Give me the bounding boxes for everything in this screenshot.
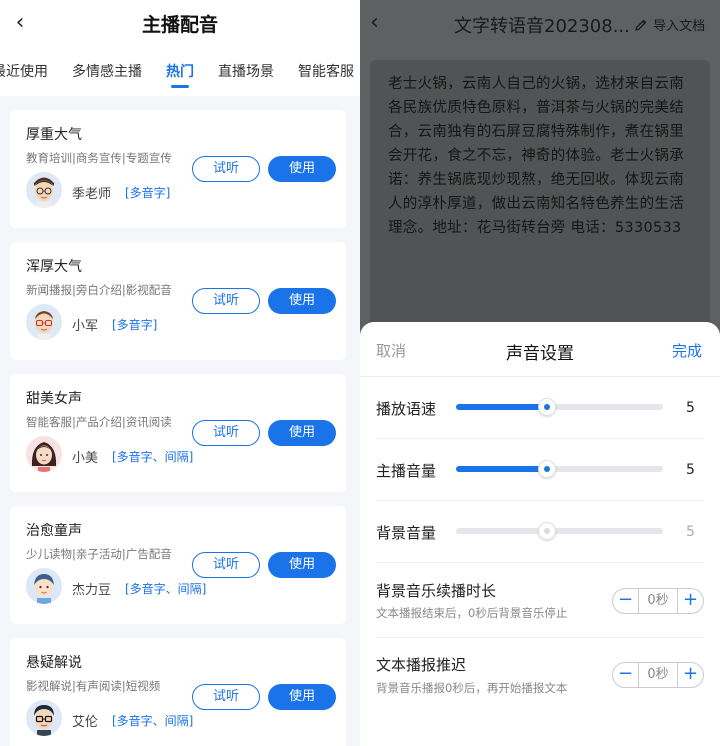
divider	[376, 438, 704, 439]
category-tabs: 最近使用 多情感主播 热门 直播场景 智能客服	[0, 48, 360, 96]
divider	[376, 562, 704, 563]
text-editor[interactable]: 老士火锅，云南人自己的火锅，选材来自云南各民族优质特色原料，普洱茶与火锅的完美结…	[370, 60, 710, 360]
tab-live-scenes[interactable]: 直播场景	[218, 61, 274, 81]
sheet-title: 声音设置	[506, 344, 574, 364]
bgm-continue-stepper: − 0秒 +	[612, 588, 704, 614]
anchor-volume-slider[interactable]	[456, 460, 663, 478]
increase-button[interactable]: +	[677, 589, 703, 613]
bgm-continue-label: 背景音乐续播时长	[376, 582, 497, 600]
sound-settings-sheet: 取消 声音设置 完成 播放语速 5 主播音量 5 背景音量 5 背景音乐续播时长…	[360, 322, 720, 746]
voice-style-name: 厚重大气	[26, 127, 82, 143]
bgm-continue-hint: 文本播报结束后，0秒后背景音乐停止	[376, 606, 568, 620]
slider-thumb[interactable]	[538, 522, 557, 540]
voice-style-name: 浑厚大气	[26, 259, 82, 275]
voice-feature-tag: [多音字]	[125, 186, 171, 200]
listen-button[interactable]: 试听	[192, 156, 260, 182]
avatar-man-glasses-icon	[26, 304, 62, 340]
voice-person-name: 小军	[72, 319, 99, 334]
use-button[interactable]: 使用	[268, 156, 336, 182]
import-document-button[interactable]: 导入文档	[634, 15, 705, 34]
voice-usage-desc: 影视解说|有声阅读|短视频	[26, 679, 161, 693]
stepper-value: 0秒	[647, 593, 669, 608]
background-volume-label: 背景音量	[376, 524, 437, 542]
voice-card: 厚重大气 教育培训|商务宣传|专题宣传 试听 使用 季老师 [多音字]	[10, 110, 346, 228]
voice-feature-tag: [多音字、间隔]	[112, 714, 194, 728]
use-button[interactable]: 使用	[268, 552, 336, 578]
speed-value: 5	[686, 400, 695, 416]
back-icon[interactable]: ‹	[370, 8, 390, 38]
voice-style-name: 悬疑解说	[26, 655, 82, 671]
avatar-man-dark-glasses-icon	[26, 700, 62, 736]
listen-button[interactable]: 试听	[192, 684, 260, 710]
listen-button[interactable]: 试听	[192, 552, 260, 578]
voice-feature-tag: [多音字、间隔]	[125, 582, 207, 596]
divider	[376, 637, 704, 638]
anchor-volume-label: 主播音量	[376, 462, 437, 480]
slider-fill	[456, 528, 548, 534]
voice-feature-tag: [多音字]	[112, 318, 158, 332]
use-button[interactable]: 使用	[268, 684, 336, 710]
divider	[376, 500, 704, 501]
document-title: 文字转语音202308...	[454, 16, 630, 37]
voice-style-name: 治愈童声	[26, 523, 82, 539]
voice-card: 甜美女声 智能客服|产品介绍|资讯阅读 试听 使用 小美 [多音字、间隔]	[10, 374, 346, 492]
voice-style-name: 甜美女声	[26, 391, 82, 407]
voice-person-name: 艾伦	[72, 715, 99, 730]
top-bar: ‹ 主播配音	[0, 0, 360, 48]
pen-icon	[634, 19, 652, 34]
slider-thumb-dot	[544, 466, 551, 472]
editor-content: 老士火锅，云南人自己的火锅，选材来自云南各民族优质特色原料，普洱茶与火锅的完美结…	[388, 76, 684, 236]
active-tab-indicator	[171, 85, 189, 88]
slider-thumb-dot	[544, 404, 551, 410]
text-delay-label: 文本播报推迟	[376, 656, 467, 674]
listen-button[interactable]: 试听	[192, 288, 260, 314]
tab-smart-service[interactable]: 智能客服	[298, 61, 354, 81]
slider-fill	[456, 404, 548, 410]
slider-thumb[interactable]	[538, 398, 557, 416]
voice-usage-desc: 新闻播报|旁白介绍|影视配音	[26, 283, 172, 297]
slider-thumb-dot	[544, 528, 551, 534]
divider	[360, 376, 720, 377]
voice-person-name: 季老师	[72, 187, 112, 202]
page-title: 主播配音	[141, 14, 218, 36]
text-to-speech-editor: ‹ 文字转语音202308... 导入文档 老士火锅，云南人自己的火锅，选材来自…	[360, 0, 720, 746]
anchor-volume-value: 5	[686, 462, 695, 478]
avatar-man-glasses-icon	[26, 172, 62, 208]
decrease-button[interactable]: −	[613, 663, 639, 687]
voice-selection-screen: ‹ 主播配音 最近使用 多情感主播 热门 直播场景 智能客服 厚重大气 教育培训…	[0, 0, 360, 746]
avatar-boy-icon	[26, 568, 62, 604]
voice-usage-desc: 智能客服|产品介绍|资讯阅读	[26, 415, 172, 429]
slider-fill	[456, 466, 548, 472]
listen-button[interactable]: 试听	[192, 420, 260, 446]
decrease-button[interactable]: −	[613, 589, 639, 613]
tab-recent[interactable]: 最近使用	[0, 61, 48, 81]
text-delay-stepper: − 0秒 +	[612, 662, 704, 688]
avatar-woman-icon	[26, 436, 62, 472]
voice-card: 悬疑解说 影视解说|有声阅读|短视频 试听 使用 艾伦 [多音字、间隔]	[10, 638, 346, 746]
stepper-value: 0秒	[647, 667, 669, 682]
voice-person-name: 杰力豆	[72, 583, 112, 598]
voice-feature-tag: [多音字、间隔]	[112, 450, 194, 464]
use-button[interactable]: 使用	[268, 420, 336, 446]
use-button[interactable]: 使用	[268, 288, 336, 314]
background-volume-value: 5	[686, 524, 695, 540]
increase-button[interactable]: +	[677, 663, 703, 687]
voice-card: 治愈童声 少儿读物|亲子活动|广告配音 试听 使用 杰力豆 [多音字、间隔]	[10, 506, 346, 624]
voice-usage-desc: 教育培训|商务宣传|专题宣传	[26, 151, 172, 165]
text-delay-hint: 背景音乐播报0秒后，再开始播报文本	[376, 681, 568, 695]
tab-emotional-anchors[interactable]: 多情感主播	[72, 61, 142, 81]
voice-person-name: 小美	[72, 451, 99, 466]
background-volume-slider[interactable]	[456, 522, 663, 540]
tab-popular[interactable]: 热门	[166, 61, 194, 81]
import-document-label: 导入文档	[653, 19, 706, 34]
voice-card: 浑厚大气 新闻播报|旁白介绍|影视配音 试听 使用 小军 [多音字]	[10, 242, 346, 360]
done-button[interactable]: 完成	[672, 340, 702, 361]
speed-label: 播放语速	[376, 400, 437, 418]
voice-usage-desc: 少儿读物|亲子活动|广告配音	[26, 547, 172, 561]
slider-thumb[interactable]	[538, 460, 557, 478]
speed-slider[interactable]	[456, 398, 663, 416]
